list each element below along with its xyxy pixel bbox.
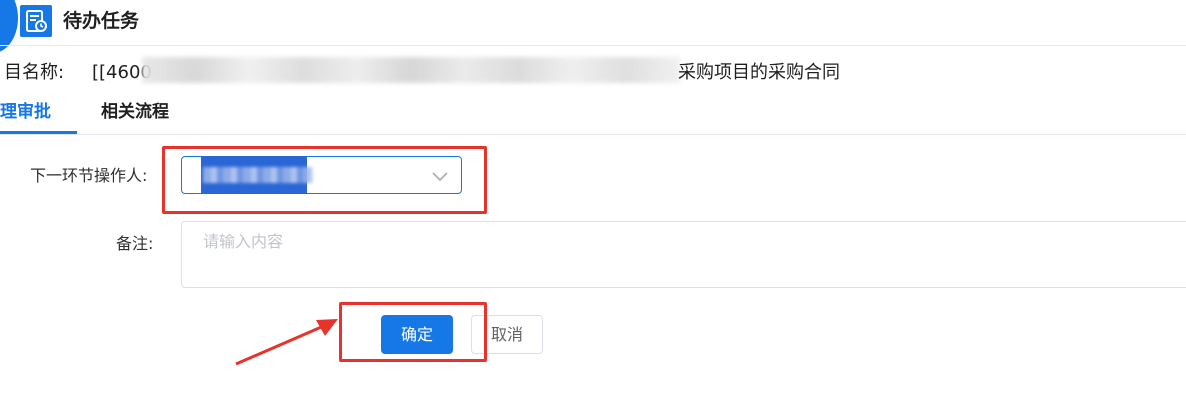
task-list-icon	[20, 5, 52, 37]
tab-approval[interactable]: 理审批	[0, 100, 51, 124]
project-name-redacted	[142, 57, 680, 83]
tabs-divider	[0, 134, 1186, 135]
next-operator-label: 下一环节操作人:	[30, 166, 148, 185]
remark-label: 备注:	[116, 234, 154, 253]
remark-placeholder: 请输入内容	[203, 232, 284, 251]
project-name-suffix: 采购项目的采购合同	[678, 62, 840, 83]
annotation-arrow-icon	[230, 312, 350, 372]
page-title: 待办任务	[63, 10, 140, 32]
remark-textarea[interactable]	[181, 221, 1186, 288]
annotation-highlight-select	[162, 146, 487, 214]
project-name-label: 目名称:	[4, 62, 65, 83]
annotation-highlight-confirm	[339, 302, 487, 362]
header-divider	[0, 45, 1186, 46]
tab-related-process[interactable]: 相关流程	[101, 100, 169, 124]
